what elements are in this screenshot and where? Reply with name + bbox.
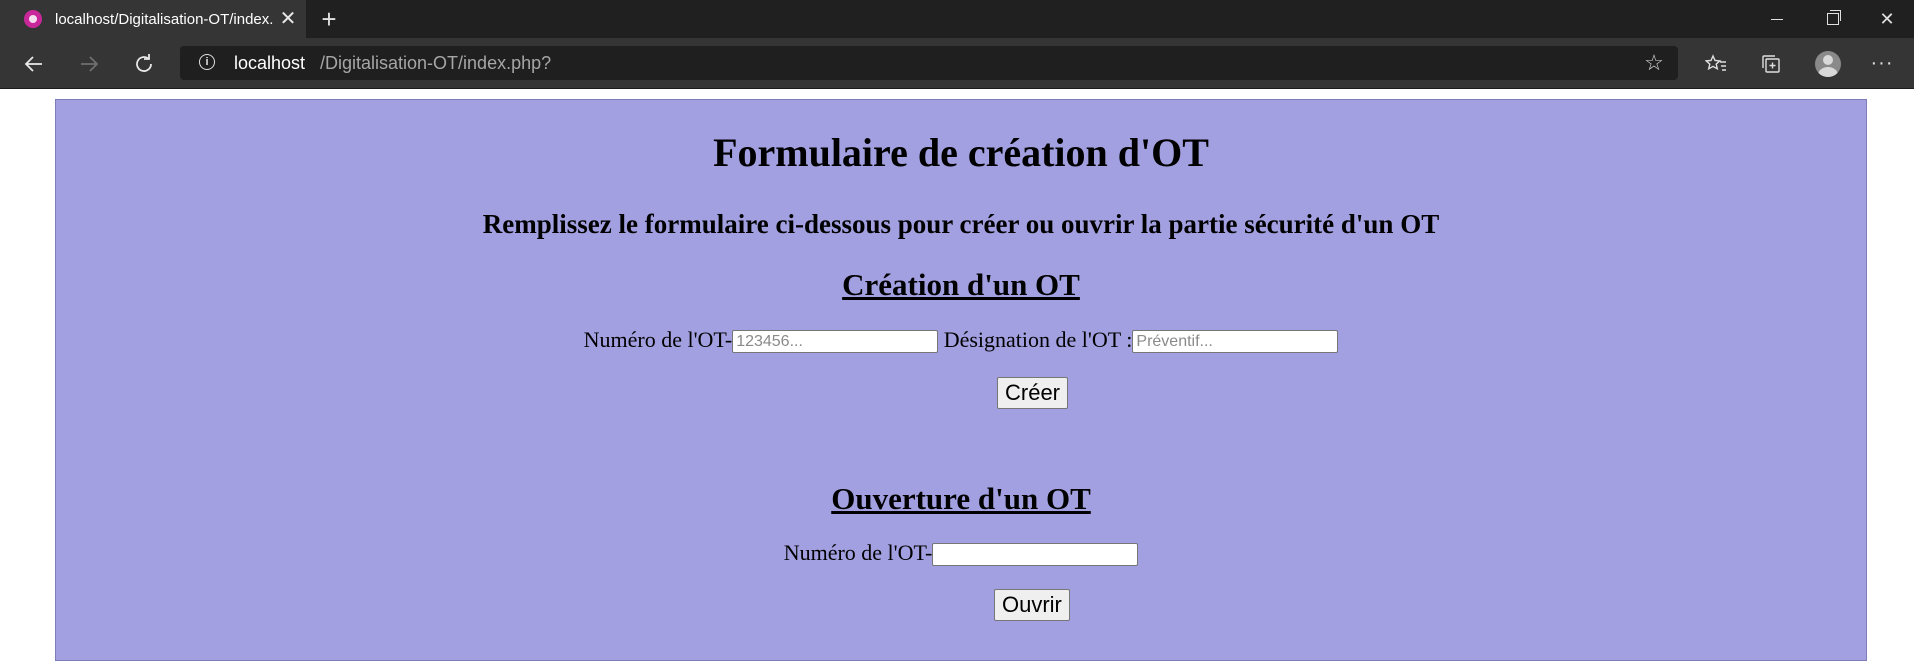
form-panel: Formulaire de création d'OT Remplissez l… xyxy=(55,99,1867,661)
minimize-icon xyxy=(1771,18,1783,20)
more-options-icon[interactable]: ··· xyxy=(1866,47,1898,79)
create-designation-input[interactable] xyxy=(1132,330,1339,354)
page-subtitle: Remplissez le formulaire ci-dessous pour… xyxy=(482,209,1440,239)
create-numero-input[interactable] xyxy=(732,330,939,354)
reload-icon[interactable] xyxy=(126,46,162,80)
browser-tab[interactable]: localhost/Digitalisation-OT/index.php? ✕ xyxy=(0,0,306,38)
browser-tab-bar: localhost/Digitalisation-OT/index.php? ✕… xyxy=(0,0,1914,38)
window-close-button[interactable]: ✕ xyxy=(1864,0,1910,38)
browser-toolbar: i localhost /Digitalisation-OT/index.php… xyxy=(0,38,1914,89)
restore-button[interactable] xyxy=(1810,0,1856,38)
collections-icon[interactable] xyxy=(1755,47,1787,79)
create-numero-label: Numéro de l'OT- xyxy=(583,327,733,352)
create-section-heading: Création d'un OT xyxy=(842,267,1080,302)
url-path: /Digitalisation-OT/index.php? xyxy=(320,53,552,73)
page-viewport: Formulaire de création d'OT Remplissez l… xyxy=(0,89,1914,661)
tab-title: localhost/Digitalisation-OT/index.php? xyxy=(55,11,273,28)
open-numero-label: Numéro de l'OT- xyxy=(783,540,933,565)
site-favicon-icon xyxy=(24,10,42,28)
minimize-button[interactable] xyxy=(1754,0,1800,38)
restore-icon xyxy=(1827,10,1841,26)
add-favorite-star-icon[interactable]: ☆ xyxy=(1642,50,1666,76)
back-arrow-icon[interactable] xyxy=(16,46,52,80)
open-form-row: Numéro de l'OT- xyxy=(56,539,1866,567)
forward-arrow-icon[interactable] xyxy=(71,46,107,80)
open-button[interactable]: Ouvrir xyxy=(994,589,1070,621)
new-tab-button[interactable]: + xyxy=(316,6,342,32)
create-button[interactable]: Créer xyxy=(997,377,1069,409)
favorites-list-icon[interactable] xyxy=(1700,47,1732,79)
open-section-heading: Ouverture d'un OT xyxy=(831,481,1091,516)
create-designation-label: Désignation de l'OT : xyxy=(943,327,1133,352)
site-info-icon[interactable]: i xyxy=(199,54,215,70)
page-title: Formulaire de création d'OT xyxy=(713,130,1209,175)
tab-close-icon[interactable]: ✕ xyxy=(278,8,298,30)
address-bar[interactable]: i localhost /Digitalisation-OT/index.php… xyxy=(180,46,1678,80)
url-host: localhost xyxy=(234,53,306,73)
profile-avatar-icon[interactable] xyxy=(1812,47,1844,79)
open-numero-input[interactable] xyxy=(932,543,1139,567)
create-form-row: Numéro de l'OT- Désignation de l'OT : xyxy=(56,326,1866,354)
